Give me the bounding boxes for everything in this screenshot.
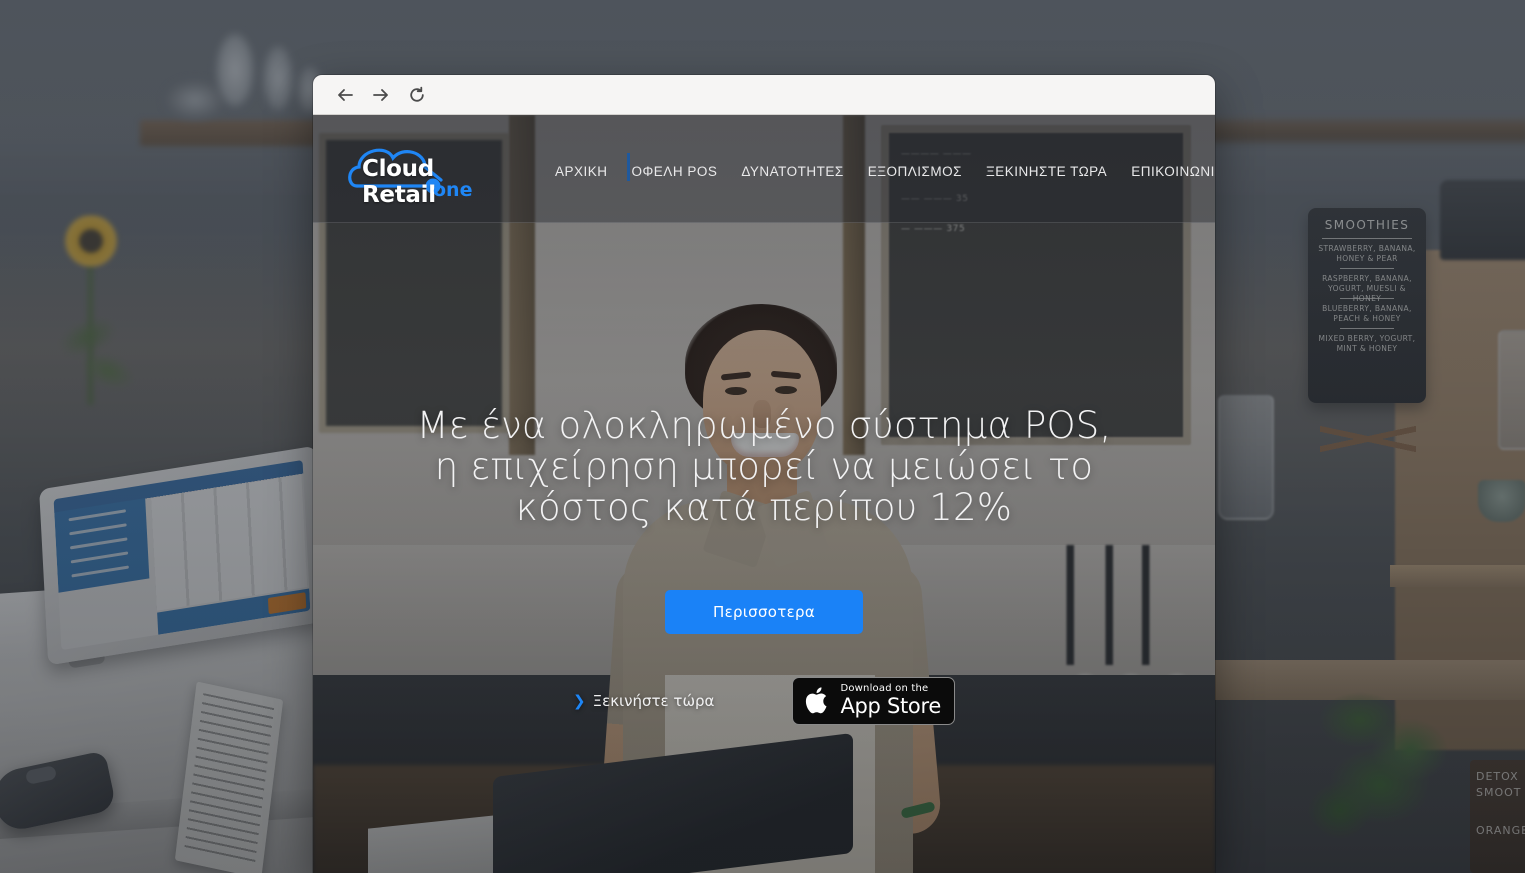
nav-link-exoplismos[interactable]: ΕΞΟΠΛΙΣΜΟΣ [868, 164, 962, 179]
browser-toolbar [313, 75, 1215, 115]
nav-link-xekiniste-tora[interactable]: ΞΕΚΙΝΗΣΤΕ ΤΩΡΑ [986, 164, 1107, 179]
hero-bottom-row: ❯ Ξεκινήστε τώρα Download on the App Sto… [313, 677, 1215, 725]
hero-headline: Με ένα ολοκληρωμένο σύστημα POS, η επιχε… [313, 405, 1215, 528]
app-store-title: App Store [840, 694, 941, 718]
web-page: ———— —————— ———— ——— 35— ——— 375 [313, 115, 1215, 873]
logo-suffix: one [433, 178, 473, 201]
hero-headline-line2: η επιχείρηση μπορεί να μειώσει το [434, 445, 1094, 488]
site-navbar: Cloud Retail one ΑΡΧΙΚΗ ΟΦΕΛΗ POS ΔΥΝΑΤΟ… [313, 115, 1215, 223]
nav-link-epikoinonia[interactable]: ΕΠΙΚΟΙΝΩΝΙΑ [1131, 164, 1215, 179]
learn-more-button[interactable]: Περισσοτερα [664, 590, 864, 634]
app-store-badge[interactable]: Download on the App Store [792, 677, 955, 725]
apple-logo-icon [806, 687, 827, 714]
site-logo[interactable]: Cloud Retail one [345, 134, 495, 208]
browser-window: ———— —————— ———— ——— 35— ——— 375 [313, 75, 1215, 873]
nav-link-ofeli-pos[interactable]: ΟΦΕΛΗ POS [632, 164, 718, 179]
app-store-text: Download on the App Store [840, 684, 941, 717]
back-arrow-icon[interactable] [334, 84, 356, 106]
hero-content: Με ένα ολοκληρωμένο σύστημα POS, η επιχε… [313, 405, 1215, 634]
nav-link-dynatotites[interactable]: ΔΥΝΑΤΟΤΗΤΕΣ [741, 164, 843, 179]
forward-arrow-icon[interactable] [370, 84, 392, 106]
app-store-subtitle: Download on the [840, 683, 929, 694]
nav-links: ΑΡΧΙΚΗ ΟΦΕΛΗ POS ΔΥΝΑΤΟΤΗΤΕΣ ΕΞΟΠΛΙΣΜΟΣ … [555, 158, 1215, 179]
logo-wordmark: Cloud Retail [362, 155, 436, 208]
desktop-backdrop: SMOOTHIES STRAWBERRY, BANANA, HONEY & PE… [0, 0, 1525, 873]
start-now-link[interactable]: ❯ Ξεκινήστε τώρα [573, 692, 714, 710]
nav-link-arxiki[interactable]: ΑΡΧΙΚΗ [555, 164, 608, 179]
hero-headline-line1: Με ένα ολοκληρωμένο σύστημα POS, [416, 404, 1112, 447]
hero-headline-line3: κόστος κατά περίπου 12% [515, 486, 1013, 529]
chevron-right-icon: ❯ [573, 692, 586, 710]
reload-icon[interactable] [406, 84, 428, 106]
start-now-label: Ξεκινήστε τώρα [592, 692, 715, 710]
